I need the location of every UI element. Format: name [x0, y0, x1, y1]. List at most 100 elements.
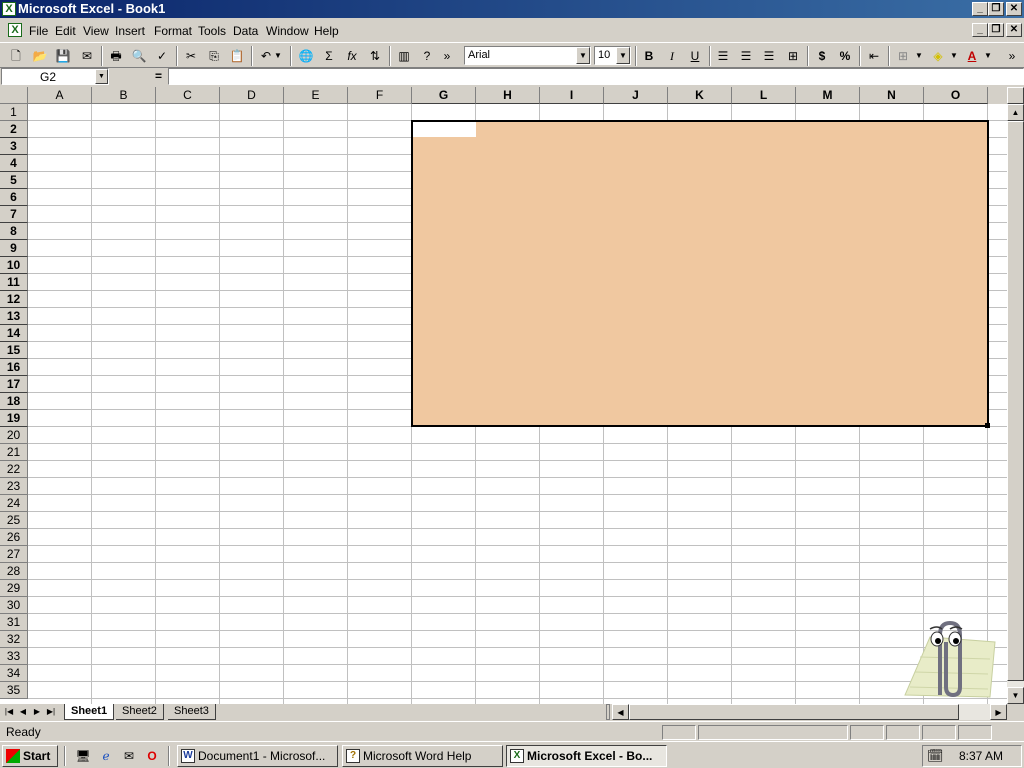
- row-header-9[interactable]: 9: [0, 240, 28, 257]
- doc-minimize-button[interactable]: _: [972, 23, 988, 37]
- column-header-i[interactable]: I: [540, 87, 604, 104]
- menu-insert[interactable]: Insert: [115, 24, 145, 38]
- hyperlink-icon[interactable]: 🌐: [295, 46, 317, 66]
- column-header-a[interactable]: A: [28, 87, 92, 104]
- chevron-down-icon[interactable]: ▼: [576, 47, 590, 64]
- font-size-combo[interactable]: 10 ▼: [594, 46, 631, 65]
- menu-window[interactable]: Window: [266, 24, 309, 38]
- vertical-scrollbar[interactable]: ▲ ▼: [1007, 87, 1024, 704]
- row-header-32[interactable]: 32: [0, 631, 28, 648]
- row-header-24[interactable]: 24: [0, 495, 28, 512]
- scroll-thumb[interactable]: [1007, 121, 1024, 681]
- column-header-d[interactable]: D: [220, 87, 284, 104]
- font-color-icon[interactable]: A: [961, 46, 983, 66]
- worksheet-grid[interactable]: ABCDEFGHIJKLMNO 1 2 3 4 5 6 7 8 9 10 11 12 13 14 15 16 1…: [0, 87, 1007, 704]
- row-header-3[interactable]: 3: [0, 138, 28, 155]
- show-desktop-icon[interactable]: 🖥: [72, 746, 94, 766]
- row-header-16[interactable]: 16: [0, 359, 28, 376]
- scheduler-icon[interactable]: 🗓: [927, 748, 944, 764]
- scroll-down-icon[interactable]: ▼: [1007, 687, 1024, 704]
- column-header-e[interactable]: E: [284, 87, 348, 104]
- row-header-22[interactable]: 22: [0, 461, 28, 478]
- column-header-j[interactable]: J: [604, 87, 668, 104]
- row-header-4[interactable]: 4: [0, 155, 28, 172]
- bold-button[interactable]: B: [638, 46, 660, 66]
- row-header-25[interactable]: 25: [0, 512, 28, 529]
- copy-icon[interactable]: ⎘: [203, 46, 225, 66]
- menu-format[interactable]: Format: [154, 24, 192, 38]
- row-header-23[interactable]: 23: [0, 478, 28, 495]
- row-header-12[interactable]: 12: [0, 291, 28, 308]
- column-header-h[interactable]: H: [476, 87, 540, 104]
- save-icon[interactable]: 💾: [52, 46, 74, 66]
- column-header-n[interactable]: N: [860, 87, 924, 104]
- align-left-icon[interactable]: ☰: [712, 46, 734, 66]
- fill-color-icon[interactable]: ◈: [927, 46, 949, 66]
- help-icon[interactable]: ?: [416, 46, 438, 66]
- workbook-icon[interactable]: X: [8, 23, 22, 37]
- start-button[interactable]: Start: [2, 745, 58, 767]
- column-header-o[interactable]: O: [924, 87, 988, 104]
- row-header-10[interactable]: 10: [0, 257, 28, 274]
- currency-button[interactable]: $: [811, 46, 833, 66]
- column-header-l[interactable]: L: [732, 87, 796, 104]
- borders-dropdown-icon[interactable]: ▼: [913, 46, 925, 66]
- print-icon[interactable]: 🖶: [105, 46, 127, 66]
- horizontal-scrollbar[interactable]: ◀ ▶: [612, 704, 1007, 720]
- title-bar[interactable]: X Microsoft Excel - Book1 _ ❐ ✕: [0, 0, 1024, 18]
- percent-button[interactable]: %: [834, 46, 856, 66]
- spelling-icon[interactable]: ✓: [151, 46, 173, 66]
- borders-icon[interactable]: ⊞: [892, 46, 914, 66]
- task-document1[interactable]: W Document1 - Microsof...: [177, 745, 338, 767]
- row-header-28[interactable]: 28: [0, 563, 28, 580]
- selected-range[interactable]: [411, 120, 989, 427]
- menu-data[interactable]: Data: [233, 24, 258, 38]
- autosum-icon[interactable]: Σ: [318, 46, 340, 66]
- mail-icon[interactable]: ✉: [76, 46, 98, 66]
- select-all-button[interactable]: [0, 87, 28, 104]
- column-header-k[interactable]: K: [668, 87, 732, 104]
- task-excel[interactable]: X Microsoft Excel - Bo...: [506, 745, 667, 767]
- close-button[interactable]: ✕: [1006, 2, 1022, 16]
- column-header-f[interactable]: F: [348, 87, 412, 104]
- row-header-31[interactable]: 31: [0, 614, 28, 631]
- formula-input[interactable]: [168, 68, 1024, 85]
- last-sheet-icon[interactable]: ▶|: [44, 705, 58, 719]
- row-header-21[interactable]: 21: [0, 444, 28, 461]
- menu-file[interactable]: File: [29, 24, 48, 38]
- task-word-help[interactable]: ? Microsoft Word Help: [342, 745, 503, 767]
- row-header-20[interactable]: 20: [0, 427, 28, 444]
- menu-help[interactable]: Help: [314, 24, 339, 38]
- fill-color-dropdown-icon[interactable]: ▼: [948, 46, 960, 66]
- split-box[interactable]: [1007, 87, 1024, 104]
- formula-equals[interactable]: =: [155, 69, 162, 83]
- internet-explorer-icon[interactable]: ℯ: [95, 746, 117, 766]
- menu-view[interactable]: View: [83, 24, 109, 38]
- fill-handle[interactable]: [985, 423, 990, 428]
- name-box[interactable]: G2 ▼: [1, 68, 109, 85]
- row-header-2[interactable]: 2: [0, 121, 28, 138]
- row-header-29[interactable]: 29: [0, 580, 28, 597]
- row-header-35[interactable]: 35: [0, 682, 28, 699]
- clock[interactable]: 8:37 AM: [959, 749, 1003, 763]
- chevron-down-icon[interactable]: ▼: [616, 47, 630, 64]
- active-cell[interactable]: [413, 122, 476, 137]
- row-header-30[interactable]: 30: [0, 597, 28, 614]
- new-icon[interactable]: 🗋: [5, 46, 27, 66]
- sheet-tab-sheet2[interactable]: Sheet2: [116, 704, 164, 720]
- font-name-combo[interactable]: Arial ▼: [464, 46, 591, 65]
- font-color-dropdown-icon[interactable]: ▼: [982, 46, 994, 66]
- outlook-icon[interactable]: ✉: [118, 746, 140, 766]
- open-icon[interactable]: 📂: [29, 46, 51, 66]
- column-header-b[interactable]: B: [92, 87, 156, 104]
- restore-button[interactable]: ❐: [988, 2, 1004, 16]
- toolbar-more-icon[interactable]: »: [1004, 46, 1020, 66]
- underline-button[interactable]: U: [684, 46, 706, 66]
- undo-dropdown-icon[interactable]: ▼: [272, 46, 284, 66]
- row-header-8[interactable]: 8: [0, 223, 28, 240]
- print-preview-icon[interactable]: 🔍: [128, 46, 150, 66]
- excel-icon[interactable]: X: [2, 2, 16, 16]
- merge-center-icon[interactable]: ⊞: [782, 46, 804, 66]
- decrease-indent-icon[interactable]: ⇤: [863, 46, 885, 66]
- row-header-33[interactable]: 33: [0, 648, 28, 665]
